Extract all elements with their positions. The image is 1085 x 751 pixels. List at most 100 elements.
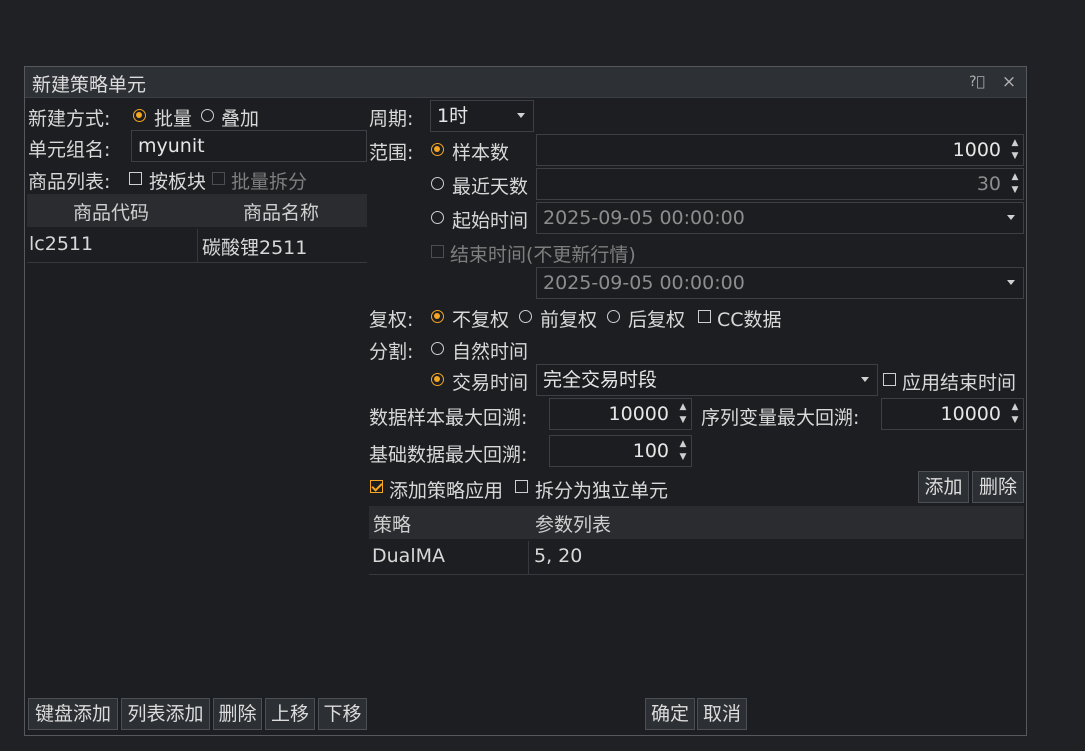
pre-adjust-label[interactable]: 前复权 [540,305,597,332]
strategy-header[interactable]: 策略 [373,510,411,537]
add-strategy-button[interactable]: 添加 [918,471,969,503]
period-select[interactable]: 1时 [430,100,534,132]
sample-count-value: 1000 [952,139,1001,161]
close-icon[interactable]: × [1000,73,1018,91]
mode-batch-label[interactable]: 批量 [154,104,192,131]
recent-days-label[interactable]: 最近天数 [452,172,528,199]
list-add-button[interactable]: 列表添加 [121,698,210,730]
product-code-cell: lc2511 [29,233,94,255]
dialog-titlebar[interactable]: 新建策略单元 ?⃝ × [25,67,1026,98]
chevron-down-icon [517,113,525,118]
series-var-max-spinbox[interactable]: 10000 ▲ ▼ [881,398,1024,430]
help-icon[interactable]: ?⃝ [968,73,986,91]
cancel-button[interactable]: 取消 [697,698,747,730]
spin-up-icon[interactable]: ▲ [678,440,688,449]
recent-days-radio[interactable] [431,177,444,190]
base-data-max-spinbox[interactable]: 100 ▲ ▼ [549,435,692,467]
batch-split-checkbox[interactable] [212,172,225,185]
product-list-label: 商品列表: [28,171,111,193]
base-data-max-label: 基础数据最大回溯: [369,444,528,466]
end-time-checkbox[interactable] [431,245,444,258]
pre-adjust-radio[interactable] [519,310,532,323]
by-sector-label[interactable]: 按板块 [149,167,206,194]
chevron-down-icon [1007,215,1015,220]
data-sample-max-label: 数据样本最大回溯: [369,407,528,429]
split-independent-label[interactable]: 拆分为独立单元 [535,476,668,503]
cc-data-label[interactable]: CC数据 [717,305,782,332]
spin-down-icon[interactable]: ▼ [1010,152,1020,161]
batch-split-label[interactable]: 批量拆分 [231,167,307,194]
spin-down-icon[interactable]: ▼ [678,453,688,462]
no-adjust-radio[interactable] [431,310,444,323]
trade-time-label[interactable]: 交易时间 [452,368,528,395]
spin-down-icon[interactable]: ▼ [1010,186,1020,195]
spin-up-icon[interactable]: ▲ [1010,139,1020,148]
trade-time-radio[interactable] [431,373,444,386]
start-time-radio[interactable] [431,211,444,224]
natural-time-radio[interactable] [431,342,444,355]
end-time-value: 2025-09-05 00:00:00 [543,272,745,294]
keyboard-add-button[interactable]: 键盘添加 [28,698,118,730]
end-time-picker[interactable]: 2025-09-05 00:00:00 [536,267,1024,299]
apply-end-time-label[interactable]: 应用结束时间 [902,368,1016,395]
mode-overlay-radio[interactable] [201,109,214,122]
data-sample-max-value: 10000 [608,403,669,425]
unit-group-value: myunit [138,135,205,157]
recent-days-value: 30 [976,173,1001,195]
end-time-label[interactable]: 结束时间(不更新行情) [450,240,636,267]
table-row[interactable]: lc2511 碳酸锂2511 [27,229,367,263]
spin-down-icon[interactable]: ▼ [1010,416,1020,425]
cc-data-checkbox[interactable] [698,310,711,323]
product-code-header[interactable]: 商品代码 [73,198,149,225]
apply-end-time-checkbox[interactable] [883,373,896,386]
trade-session-select[interactable]: 完全交易时段 [536,364,878,396]
start-time-label[interactable]: 起始时间 [452,206,528,233]
split-independent-checkbox[interactable] [515,480,528,493]
product-name-header[interactable]: 商品名称 [243,198,319,225]
spin-down-icon[interactable]: ▼ [678,416,688,425]
adjust-label: 复权: [369,309,414,331]
strategy-name-cell: DualMA [372,545,445,567]
data-sample-max-spinbox[interactable]: 10000 ▲ ▼ [549,398,692,430]
sample-count-radio[interactable] [431,143,444,156]
move-up-button[interactable]: 上移 [265,698,315,730]
post-adjust-label[interactable]: 后复权 [628,305,685,332]
start-time-picker[interactable]: 2025-09-05 00:00:00 [536,202,1024,234]
base-data-max-value: 100 [632,440,669,462]
create-mode-label: 新建方式: [28,108,111,130]
ok-button[interactable]: 确定 [645,698,695,730]
delete-product-button[interactable]: 删除 [213,698,262,730]
post-adjust-radio[interactable] [607,310,620,323]
dialog-title: 新建策略单元 [32,74,147,96]
new-strategy-unit-dialog: 新建策略单元 ?⃝ × 新建方式: 批量 叠加 单元组名: myunit 商品列… [24,66,1027,736]
sample-count-label[interactable]: 样本数 [452,138,509,165]
sample-count-spinbox[interactable]: 1000 ▲ ▼ [536,134,1024,166]
add-strategy-app-checkbox[interactable] [370,480,383,493]
trade-session-value: 完全交易时段 [543,369,658,391]
mode-overlay-label[interactable]: 叠加 [221,104,259,131]
params-header[interactable]: 参数列表 [535,510,611,537]
add-strategy-app-label[interactable]: 添加策略应用 [389,476,503,503]
unit-group-input[interactable]: myunit [131,130,367,162]
spin-up-icon[interactable]: ▲ [678,403,688,412]
natural-time-label[interactable]: 自然时间 [452,337,528,364]
by-sector-checkbox[interactable] [129,172,142,185]
period-value: 1时 [437,105,469,127]
strategy-params-cell: 5, 20 [534,545,583,567]
no-adjust-label[interactable]: 不复权 [452,305,509,332]
delete-strategy-button[interactable]: 删除 [972,471,1024,503]
mode-batch-radio[interactable] [133,109,146,122]
table-row[interactable]: DualMA 5, 20 [369,541,1024,575]
recent-days-spinbox[interactable]: 30 ▲ ▼ [536,168,1024,200]
spin-up-icon[interactable]: ▲ [1010,173,1020,182]
split-label: 分割: [369,341,414,363]
product-table-header: 商品代码 商品名称 [27,194,367,227]
range-label: 范围: [369,142,414,164]
spin-up-icon[interactable]: ▲ [1010,403,1020,412]
series-var-max-label: 序列变量最大回溯: [701,407,860,429]
period-label: 周期: [369,108,414,130]
product-name-cell: 碳酸锂2511 [202,237,308,259]
column-divider [528,541,529,575]
chevron-down-icon [1007,280,1015,285]
move-down-button[interactable]: 下移 [318,698,367,730]
